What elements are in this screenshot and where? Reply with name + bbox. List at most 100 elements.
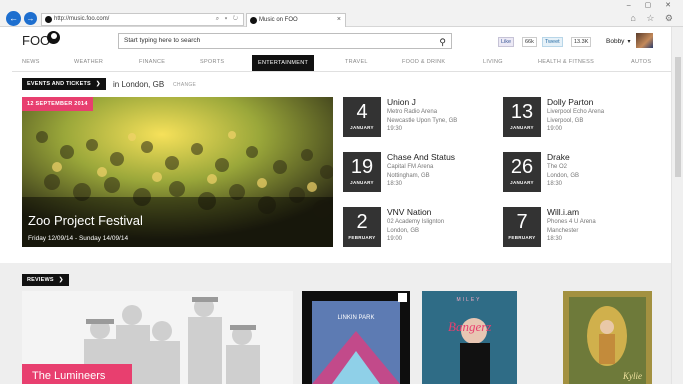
change-location-link[interactable]: CHANGE (173, 82, 196, 88)
event-month: FEBRUARY (508, 235, 536, 240)
page-scrollbar[interactable] (671, 27, 683, 384)
address-tools-icons[interactable]: ⌕ ▾ ↻ (216, 14, 240, 25)
event-date-box[interactable]: 13 JANUARY (503, 97, 541, 137)
event-month: FEBRUARY (348, 235, 376, 240)
event-time: 19:30 (387, 126, 403, 132)
user-menu[interactable]: Bobby ▾ (606, 38, 630, 45)
event-day: 26 (510, 156, 534, 178)
site-logo[interactable]: FOO (22, 33, 50, 48)
event-city: Liverpool, GB (547, 117, 584, 124)
event-time: 18:30 (387, 181, 403, 187)
album-artist-text: MILEY (456, 297, 481, 303)
event-date-box[interactable]: 4 JANUARY (343, 97, 381, 137)
event-venue: Capital FM Arena (387, 164, 434, 170)
event-day: 4 (356, 101, 368, 123)
event-info: VNV Nation 02 Academy Islignton London, … (387, 207, 444, 244)
logo-mark-icon (47, 31, 60, 44)
nav-item-living[interactable]: LIVING (483, 59, 503, 65)
album-cover-art: LINKIN PARK (302, 291, 410, 384)
home-favorites-settings-icons[interactable]: ⌂ ☆ ⚙ (630, 13, 677, 24)
album-title-text: Bangerz (448, 319, 491, 334)
nav-item-autos[interactable]: AUTOS (631, 59, 651, 65)
facebook-like-button[interactable]: Like (498, 37, 515, 47)
event-month: JANUARY (350, 125, 374, 130)
nav-item-food-drink[interactable]: FOOD & DRINK (402, 59, 445, 65)
event-time: 18:30 (547, 236, 563, 242)
forward-button[interactable]: → (24, 12, 37, 25)
event-month: JANUARY (510, 125, 534, 130)
address-bar[interactable]: http://music.foo.com/ ⌕ ▾ ↻ (41, 13, 244, 26)
event-month: JANUARY (510, 180, 534, 185)
album-card-kylie[interactable]: Kylie (563, 291, 652, 384)
album-cover-art: MILEY Bangerz (422, 291, 517, 384)
event-venue: Phones 4 U Arena (547, 219, 596, 225)
events-location: in London, GB (113, 80, 165, 89)
events-header-button[interactable]: EVENTS AND TICKETS ❯ (22, 78, 106, 90)
event-date-box[interactable]: 7 FEBRUARY (503, 207, 541, 247)
event-date-box[interactable]: 19 JANUARY (343, 152, 381, 192)
nav-item-news[interactable]: NEWS (22, 59, 40, 65)
featured-review-card[interactable]: The Lumineers (22, 291, 293, 384)
nav-item-travel[interactable]: TRAVEL (345, 59, 368, 65)
event-name[interactable]: Drake (547, 152, 579, 163)
band-photo: The Lumineers (22, 291, 293, 384)
event-day: 7 (516, 211, 528, 233)
event-info: Chase And Status Capital FM Arena Nottin… (387, 152, 455, 189)
album-title-text: Kylie (622, 371, 642, 381)
event-day: 13 (510, 101, 534, 123)
facebook-like-count: 66k (522, 37, 537, 47)
window-caption-controls[interactable]: – ▢ ✕ (627, 1, 677, 9)
event-info: Dolly Parton Liverpool Echo Arena Liverp… (547, 97, 604, 134)
event-info: Drake The O2 London, GB 18:30 (547, 152, 579, 189)
featured-event-dates: Friday 12/09/14 - Sunday 14/09/14 (28, 235, 129, 242)
event-time: 19:00 (387, 236, 403, 242)
nav-item-sports[interactable]: SPORTS (200, 59, 224, 65)
event-city: London, GB (387, 227, 420, 234)
event-month: JANUARY (350, 180, 374, 185)
nav-item-entertainment[interactable]: ENTERTAINMENT (252, 55, 315, 71)
event-name[interactable]: Union J (387, 97, 457, 108)
scrollbar-thumb[interactable] (675, 57, 681, 177)
event-time: 19:00 (547, 126, 563, 132)
event-city: Nottingham, GB (387, 172, 430, 179)
site-search-input[interactable]: Start typing here to search ⚲ (118, 33, 452, 49)
event-city: Newcastle Upon Tyne, GB (387, 117, 458, 124)
search-placeholder: Start typing here to search (124, 37, 201, 44)
browser-chrome: – ▢ ✕ ← → http://music.foo.com/ ⌕ ▾ ↻ Mu… (0, 0, 683, 27)
tweet-button[interactable]: Tweet (542, 37, 563, 47)
event-name[interactable]: Dolly Parton (547, 97, 604, 108)
reviews-header-button[interactable]: REVIEWS ❯ (22, 274, 69, 286)
event-venue: The O2 (547, 164, 568, 170)
back-button[interactable]: ← (6, 11, 21, 26)
fb-like-label: Like (501, 39, 512, 45)
search-icon[interactable]: ⚲ (439, 35, 446, 49)
album-card-linkin-park[interactable]: LINKIN PARK (302, 291, 410, 384)
tab-close-icon[interactable]: × (337, 14, 341, 26)
event-city: London, GB (547, 172, 580, 179)
event-venue: Liverpool Echo Arena (547, 109, 605, 115)
browser-tab[interactable]: Music on FOO × (246, 13, 346, 27)
user-name: Bobby (606, 38, 625, 45)
tweet-count: 13.3K (571, 37, 592, 47)
featured-date-badge: 12 SEPTEMBER 2014 (22, 97, 93, 111)
event-time: 18:30 (547, 181, 563, 187)
event-info: Union J Metro Radio Arena Newcastle Upon… (387, 97, 457, 134)
chevron-right-icon: ❯ (95, 81, 101, 87)
album-card-bangerz[interactable]: MILEY Bangerz (422, 291, 517, 384)
event-venue: 02 Academy Islignton (387, 219, 445, 225)
avatar[interactable] (636, 33, 653, 48)
event-name[interactable]: Chase And Status (387, 152, 455, 163)
tab-favicon-icon (250, 17, 257, 24)
nav-item-health-fitness[interactable]: HEALTH & FITNESS (538, 59, 594, 65)
event-date-box[interactable]: 2 FEBRUARY (343, 207, 381, 247)
event-name[interactable]: VNV Nation (387, 207, 444, 218)
nav-item-weather[interactable]: WEATHER (74, 59, 103, 65)
event-info: Will.i.am Phones 4 U Arena Manchester 18… (547, 207, 596, 244)
nav-divider (12, 71, 672, 72)
album-cover-art: Kylie (563, 291, 652, 384)
event-venue: Metro Radio Arena (387, 109, 438, 115)
event-name[interactable]: Will.i.am (547, 207, 596, 218)
featured-event-title[interactable]: Zoo Project Festival (28, 213, 143, 228)
event-date-box[interactable]: 26 JANUARY (503, 152, 541, 192)
nav-item-finance[interactable]: FINANCE (139, 59, 165, 65)
